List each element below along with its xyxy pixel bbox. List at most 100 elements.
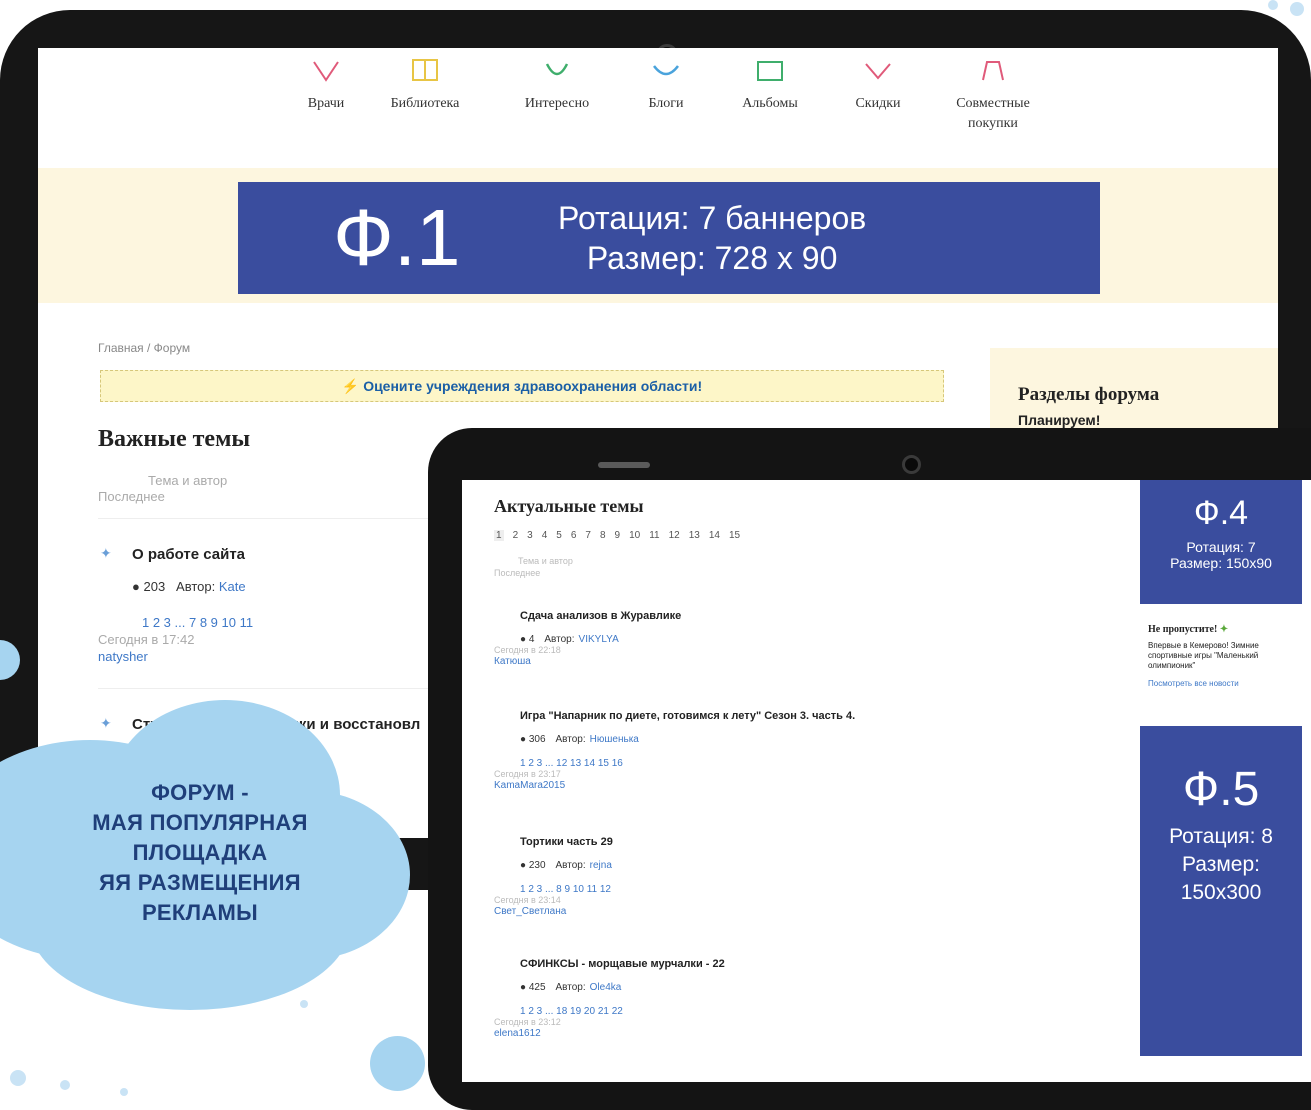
author-label: Автор: <box>555 982 586 993</box>
banner-f1[interactable]: Ф.1 Ротация: 7 баннеров Размер: 728 x 90 <box>238 182 1100 294</box>
nav-item-label: Врачи <box>307 96 345 111</box>
last-post-user[interactable]: elena1612 <box>494 1028 541 1039</box>
topic-pages[interactable]: 1 2 3 ... 8 9 10 11 12 <box>520 884 611 895</box>
last-post-user[interactable]: natysher <box>98 649 148 664</box>
banner-f5[interactable]: Ф.5 Ротация: 8 Размер: 150x300 <box>1140 726 1302 1056</box>
nav-item-label: Альбомы <box>742 96 798 111</box>
nav-item-joint-purchases[interactable]: Совместные покупки <box>938 61 1048 134</box>
breadcrumb[interactable]: Главная / Форум <box>98 341 190 355</box>
author-link[interactable]: Kate <box>219 579 246 594</box>
last-post-user[interactable]: Катюша <box>494 656 531 667</box>
topic-title-link[interactable]: Тортики часть 29 <box>520 836 613 848</box>
tablet-camera-icon <box>902 455 921 474</box>
last-post-time: Сегодня в 23:12 <box>494 1017 561 1027</box>
comment-count: 230 <box>528 860 546 871</box>
actual-topics-title: Актуальные темы <box>494 496 644 516</box>
topic-title-link[interactable]: О работе сайта <box>132 546 245 563</box>
page-link[interactable]: 6 <box>571 530 577 541</box>
comments-icon: ● <box>520 734 529 745</box>
nav-item-label: Совместные покупки <box>956 96 1030 131</box>
banner-rotation: Ротация: 7 <box>1186 539 1256 555</box>
cloud-line: ЯЯ РАЗМЕЩЕНИЯ <box>99 870 301 895</box>
last-post-user[interactable]: Свет_Светлана <box>494 906 566 917</box>
last-post-time: Сегодня в 22:18 <box>494 645 561 655</box>
comment-count: 306 <box>528 734 546 745</box>
page-link[interactable]: 5 <box>556 530 562 541</box>
nav-item-label: Блоги <box>648 96 684 111</box>
nav-item-blogs[interactable]: Блоги <box>636 65 696 112</box>
page-link-current[interactable]: 1 <box>494 530 504 541</box>
author-label: Автор: <box>176 579 216 594</box>
page-link[interactable]: 15 <box>729 530 740 541</box>
page-link[interactable]: 10 <box>629 530 640 541</box>
author-link[interactable]: Ole4ka <box>590 982 622 993</box>
col-topic-author: Тема и автор <box>518 556 573 566</box>
bag-icon <box>982 61 1004 81</box>
page-link[interactable]: 3 <box>527 530 533 541</box>
cloud-shape <box>370 1036 425 1091</box>
nav-item-label: Библиотека <box>390 96 460 111</box>
comments-icon: ● <box>520 634 529 645</box>
news-text[interactable]: Впервые в Кемерово! Зимние спортивные иг… <box>1148 641 1304 671</box>
page-link[interactable]: 7 <box>585 530 591 541</box>
page-link[interactable]: 8 <box>600 530 606 541</box>
page-link[interactable]: 14 <box>709 530 720 541</box>
cloud-line: МАЯ ПОПУЛЯРНАЯ <box>92 810 308 835</box>
all-news-link[interactable]: Посмотреть все новости <box>1148 679 1304 688</box>
topic-pages[interactable]: 1 2 3 ... 7 8 9 10 11 <box>142 615 253 630</box>
author-label: Автор: <box>544 634 575 645</box>
pin-icon: ✦ <box>100 545 112 561</box>
col-last: Последнее <box>494 568 541 578</box>
topic-title-link[interactable]: Сдача анализов в Журавлике <box>520 610 681 622</box>
nav-item-library[interactable]: Библиотека <box>380 59 470 112</box>
comments-icon: ● <box>520 860 529 871</box>
cloud-line: РЕКЛАМЫ <box>141 900 259 925</box>
topic-title-link[interactable]: Игра "Напарник по диете, готовимся к лет… <box>520 710 855 722</box>
forum-section-link[interactable]: Планируем! <box>1018 412 1100 428</box>
topic-title-link[interactable]: СФИНКСЫ - морщавые мурчалки - 22 <box>520 958 725 970</box>
banner-rotation: Ротация: 7 баннеров <box>558 200 867 236</box>
comment-count: 4 <box>528 634 535 645</box>
author-link[interactable]: VIKYLYA <box>579 634 619 645</box>
cloud-line: ФОРУМ - <box>151 780 249 805</box>
last-post-time: Сегодня в 17:42 <box>98 632 195 647</box>
author-link[interactable]: Нюшенька <box>590 734 639 745</box>
stethoscope-icon <box>313 61 339 82</box>
pin-icon: ✦ <box>100 715 112 731</box>
nav-item-albums[interactable]: Альбомы <box>730 61 810 112</box>
nav-item-interesting[interactable]: Интересно <box>512 63 602 112</box>
pagination: 1 2 3 4 5 6 7 8 9 10 11 12 13 14 15 <box>494 530 749 541</box>
banner-f4[interactable]: Ф.4 Ротация: 7 Размер: 150x90 <box>1140 480 1302 604</box>
smile-icon <box>545 63 569 76</box>
nav-item-discounts[interactable]: Скидки <box>848 63 908 112</box>
last-post-user[interactable]: KamaMara2015 <box>494 780 565 791</box>
nav-item-doctors[interactable]: Врачи <box>296 61 356 112</box>
comment-count: 203 <box>143 579 166 594</box>
col-topic-author: Тема и автор <box>148 473 228 488</box>
nav-item-label: Скидки <box>855 96 901 111</box>
important-topics-title: Важные темы <box>98 426 251 452</box>
cloud-line: ПЛОЩАДКА <box>132 840 268 865</box>
banner-code: Ф.1 <box>333 193 461 282</box>
page-link[interactable]: 11 <box>649 530 659 541</box>
banner-code: Ф.4 <box>1193 494 1249 532</box>
last-post-time: Сегодня в 23:17 <box>494 769 561 779</box>
banner-rotation: Ротация: 8 <box>1169 825 1273 848</box>
comments-icon: ● <box>132 579 140 594</box>
page-link[interactable]: 12 <box>669 530 680 541</box>
decor-dot <box>10 1070 26 1086</box>
decor-dot <box>300 1000 308 1008</box>
page-link[interactable]: 9 <box>615 530 621 541</box>
banner-size: Размер: <box>1181 853 1260 876</box>
banner-size-value: 150x300 <box>1180 881 1262 904</box>
page-link[interactable]: 2 <box>513 530 519 541</box>
page-link[interactable]: 4 <box>542 530 548 541</box>
decor-dot <box>1268 0 1278 10</box>
rating-alert[interactable]: ⚡ Оцените учреждения здравоохранения обл… <box>100 370 944 402</box>
col-last: Последнее <box>98 489 165 504</box>
nav-item-label: Интересно <box>524 96 590 111</box>
author-link[interactable]: rejna <box>590 860 612 871</box>
topic-pages[interactable]: 1 2 3 ... 12 13 14 15 16 <box>520 758 623 769</box>
page-link[interactable]: 13 <box>689 530 700 541</box>
topic-pages[interactable]: 1 2 3 ... 18 19 20 21 22 <box>520 1006 623 1017</box>
